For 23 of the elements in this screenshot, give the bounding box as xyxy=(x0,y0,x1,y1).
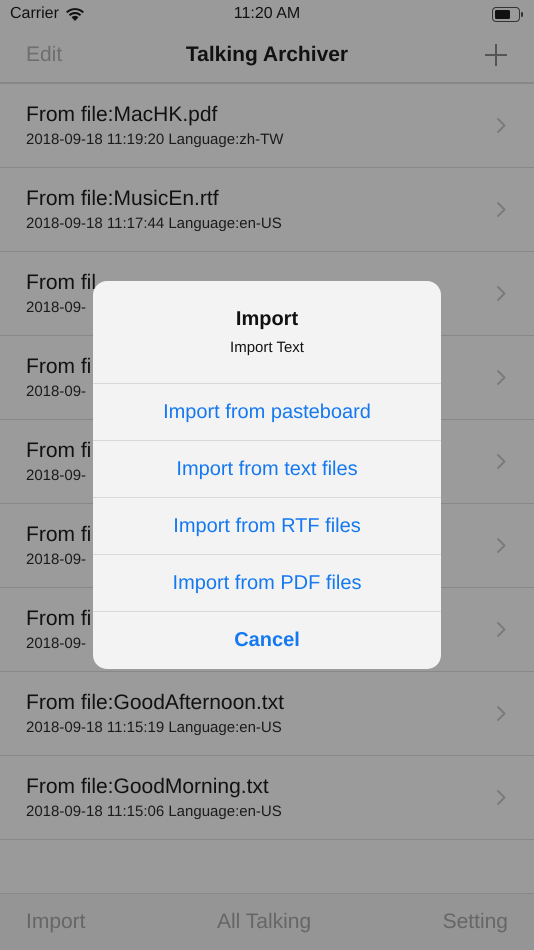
row-subtitle: 2018-09-18 11:19:20 Language:zh-TW xyxy=(26,131,284,148)
row-subtitle: 2018-09- xyxy=(26,635,88,652)
clock-time: 11:20 AM xyxy=(234,5,300,23)
row-subtitle: 2018-09- xyxy=(26,383,88,400)
row-title: From fi xyxy=(26,355,92,379)
navigation-title: Talking Archiver xyxy=(186,43,348,67)
alert-message: Import Text xyxy=(230,339,304,356)
row-subtitle: 2018-09- xyxy=(26,299,88,316)
row-subtitle: 2018-09- xyxy=(26,467,88,484)
row-title: From file:GoodAfternoon.txt xyxy=(26,691,284,715)
row-title: From fi xyxy=(26,607,92,631)
alert-title: Import xyxy=(236,308,298,331)
row-subtitle: 2018-09-18 11:17:44 Language:en-US xyxy=(26,215,282,232)
row-title: From fi xyxy=(26,523,92,547)
row-title: From fil xyxy=(26,271,96,295)
row-title: From file:GoodMorning.txt xyxy=(26,775,270,799)
row-title: From file:MacHK.pdf xyxy=(26,103,218,127)
carrier-label: Carrier xyxy=(10,5,59,23)
row-subtitle: 2018-09-18 11:15:06 Language:en-US xyxy=(26,803,282,820)
row-subtitle: 2018-09-18 11:15:19 Language:en-US xyxy=(26,719,283,736)
row-title: From fi xyxy=(26,439,92,463)
row-subtitle: 2018-09- xyxy=(26,551,88,568)
row-title: From file:MusicEn.rtf xyxy=(26,187,220,211)
